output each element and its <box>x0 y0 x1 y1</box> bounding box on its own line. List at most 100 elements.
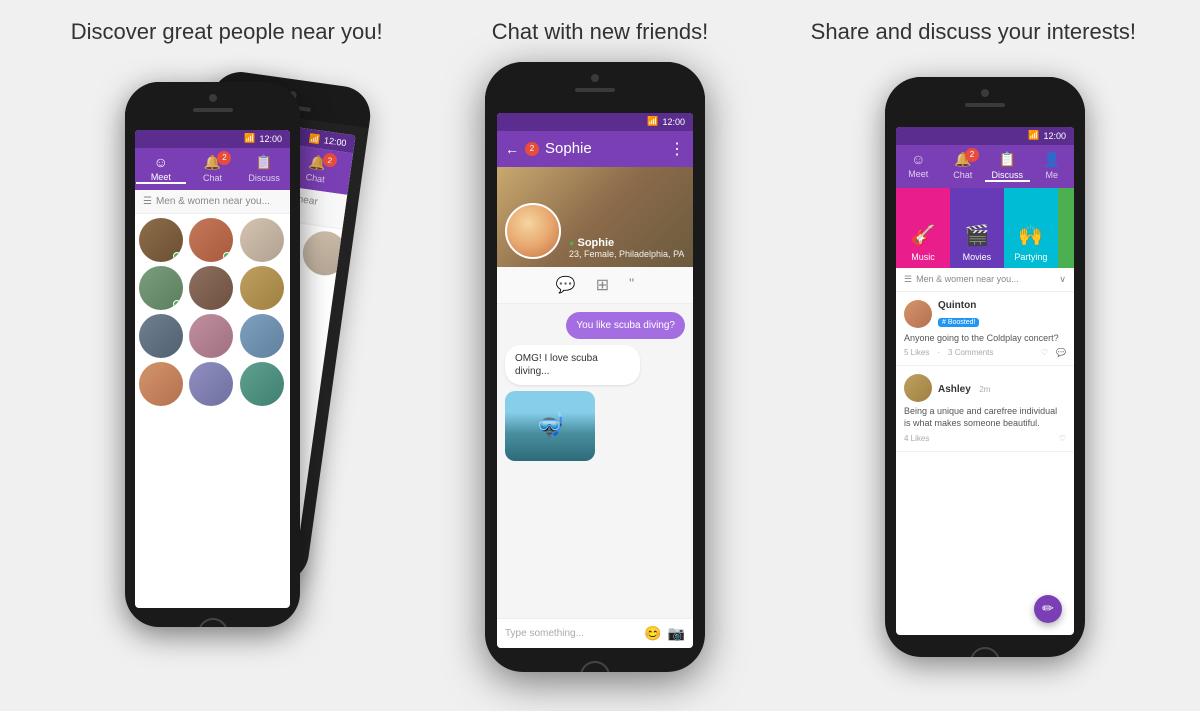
camera-center <box>591 74 599 82</box>
post-avatar-1[interactable] <box>904 300 932 328</box>
speaker-right <box>965 103 1005 107</box>
screen-center: 📶12:00 ← 2 Sophie ⋮ ● Sophie <box>497 113 693 648</box>
profile-picture[interactable] <box>505 203 561 259</box>
chat-title: Sophie <box>545 140 663 157</box>
avatar-12[interactable] <box>240 362 284 406</box>
chat-input-bar: Type something... 😊 📷 <box>497 618 693 648</box>
quote-action-icon[interactable]: " <box>629 275 634 295</box>
me-icon-right: 👤 <box>1043 151 1060 168</box>
nav-bar-left: ☺ Meet 2 🔔 Chat 📋 Discuss <box>135 148 290 190</box>
post-likes-2[interactable]: 4 Likes <box>904 434 929 443</box>
music-icon: 🎸 <box>911 223 936 248</box>
tile-music[interactable]: 🎸 Music <box>896 188 950 268</box>
message-action-icon[interactable]: 💬 <box>556 275 576 295</box>
chat-header: ← 2 Sophie ⋮ <box>497 131 693 167</box>
photo-message <box>505 391 595 461</box>
status-bar-right: 📶12:00 <box>896 127 1074 145</box>
chat-actions: 💬 ⊞ " <box>497 267 693 304</box>
avatar-1[interactable] <box>139 218 183 262</box>
status-bar-left: 📶12:00 <box>135 130 290 148</box>
phone-right: 📶12:00 ☺ Meet 2 🔔 Chat 📋 Discus <box>885 77 1085 657</box>
phone-left-main: 📶12:00 ☺ Meet 2 🔔 Chat 📋 Discuss <box>125 82 300 627</box>
music-label: Music <box>911 252 935 262</box>
meet-icon-left: ☺ <box>154 154 168 170</box>
like-icon-1[interactable]: ♡ <box>1041 348 1048 357</box>
tile-extra[interactable] <box>1058 188 1074 268</box>
post-actions-1: 5 Likes · 3 Comments ♡ 💬 <box>904 348 1066 357</box>
filter-icon-left: ☰ <box>143 196 152 207</box>
meet-icon-right: ☺ <box>911 151 925 167</box>
nav-discuss-right[interactable]: 📋 Discuss <box>985 151 1030 182</box>
post-item-1: Quinton # Boosted! Anyone going to the C… <box>896 292 1074 367</box>
speaker-center <box>575 88 615 92</box>
screen-left: 📶12:00 ☺ Meet 2 🔔 Chat 📋 Discuss <box>135 130 290 608</box>
search-bar-left[interactable]: ☰ Men & women near you... <box>135 190 290 214</box>
filter-icon-right: ☰ <box>904 274 912 285</box>
avatar-2[interactable] <box>189 218 233 262</box>
filter-bar-right[interactable]: ☰ Men & women near you... ∨ <box>896 268 1074 292</box>
avatar-10[interactable] <box>139 362 183 406</box>
tagline-left: Discover great people near you! <box>42 18 412 47</box>
right-section: 📶12:00 ☺ Meet 2 🔔 Chat 📋 Discus <box>795 57 1175 657</box>
post-avatar-2[interactable] <box>904 374 932 402</box>
post-comments-1[interactable]: 3 Comments <box>948 348 993 357</box>
comment-icon-1[interactable]: 💬 <box>1056 348 1066 357</box>
more-options-icon[interactable]: ⋮ <box>669 139 685 159</box>
tagline-right: Share and discuss your interests! <box>789 18 1159 47</box>
movies-label: Movies <box>963 252 992 262</box>
post-text-2: Being a unique and carefree individual i… <box>904 406 1066 429</box>
discuss-icon-left: 📋 <box>255 154 272 171</box>
home-button-center[interactable] <box>580 661 610 672</box>
avatar-4[interactable] <box>139 266 183 310</box>
camera-right <box>981 89 989 97</box>
avatar-grid-left <box>135 214 290 410</box>
camera-left <box>209 94 217 102</box>
phone-center: 📶12:00 ← 2 Sophie ⋮ ● Sophie <box>485 62 705 672</box>
avatar-3[interactable] <box>240 218 284 262</box>
avatar-9[interactable] <box>240 314 284 358</box>
nav-meet-left[interactable]: ☺ Meet <box>136 154 186 184</box>
avatar-3b[interactable] <box>300 228 350 278</box>
post-likes-1[interactable]: 5 Likes <box>904 348 929 357</box>
post-username-1: Quinton <box>938 300 979 311</box>
avatar-11[interactable] <box>189 362 233 406</box>
avatar-5[interactable] <box>189 266 233 310</box>
post-actions-2: 4 Likes ♡ <box>904 434 1066 443</box>
camera-icon[interactable]: 📷 <box>668 625 685 642</box>
profile-details: 23, Female, Philadelphia, PA <box>569 249 684 259</box>
nav-discuss-left[interactable]: 📋 Discuss <box>239 154 289 184</box>
post-user-2: Ashley 2m <box>904 374 1066 402</box>
nav-me-right[interactable]: 👤 Me <box>1030 151 1075 182</box>
home-button-right[interactable] <box>970 647 1000 657</box>
back-arrow-icon[interactable]: ← <box>505 141 519 157</box>
post-username-2: Ashley <box>938 384 971 395</box>
post-text-1: Anyone going to the Coldplay concert? <box>904 333 1066 345</box>
avatar-7[interactable] <box>139 314 183 358</box>
party-icon: 🙌 <box>1018 223 1043 248</box>
status-bar-center: 📶12:00 <box>497 113 693 131</box>
tile-movies[interactable]: 🎬 Movies <box>950 188 1004 268</box>
fab-button[interactable]: ✏ <box>1034 595 1062 623</box>
party-label: Partying <box>1014 252 1047 262</box>
message-sent: You like scuba diving? <box>566 312 685 339</box>
tile-party[interactable]: 🙌 Partying <box>1004 188 1058 268</box>
chat-messages: You like scuba diving? OMG! I love scuba… <box>497 304 693 618</box>
nav-chat-left[interactable]: 2 🔔 Chat <box>187 154 237 184</box>
chat-input-field[interactable]: Type something... <box>505 628 638 639</box>
like-icon-2[interactable]: ♡ <box>1059 434 1066 443</box>
center-section: 📶12:00 ← 2 Sophie ⋮ ● Sophie <box>405 57 785 672</box>
filter-label-right: Men & women near you... <box>916 274 1019 284</box>
emoji-icon[interactable]: 😊 <box>644 625 661 642</box>
chat-badge: 2 <box>525 142 539 156</box>
nav-meet-right[interactable]: ☺ Meet <box>896 151 941 182</box>
speaker-left <box>193 108 233 112</box>
nav-bar-right: ☺ Meet 2 🔔 Chat 📋 Discuss 👤 Me <box>896 145 1074 188</box>
screen-right: 📶12:00 ☺ Meet 2 🔔 Chat 📋 Discus <box>896 127 1074 635</box>
home-button-left[interactable] <box>198 618 228 627</box>
post-boosted-badge: # Boosted! <box>938 318 979 327</box>
avatar-8[interactable] <box>189 314 233 358</box>
avatar-6[interactable] <box>240 266 284 310</box>
media-action-icon[interactable]: ⊞ <box>596 275 609 295</box>
profile-info: ● Sophie 23, Female, Philadelphia, PA <box>569 237 684 259</box>
nav-chat-right[interactable]: 2 🔔 Chat <box>941 151 986 182</box>
